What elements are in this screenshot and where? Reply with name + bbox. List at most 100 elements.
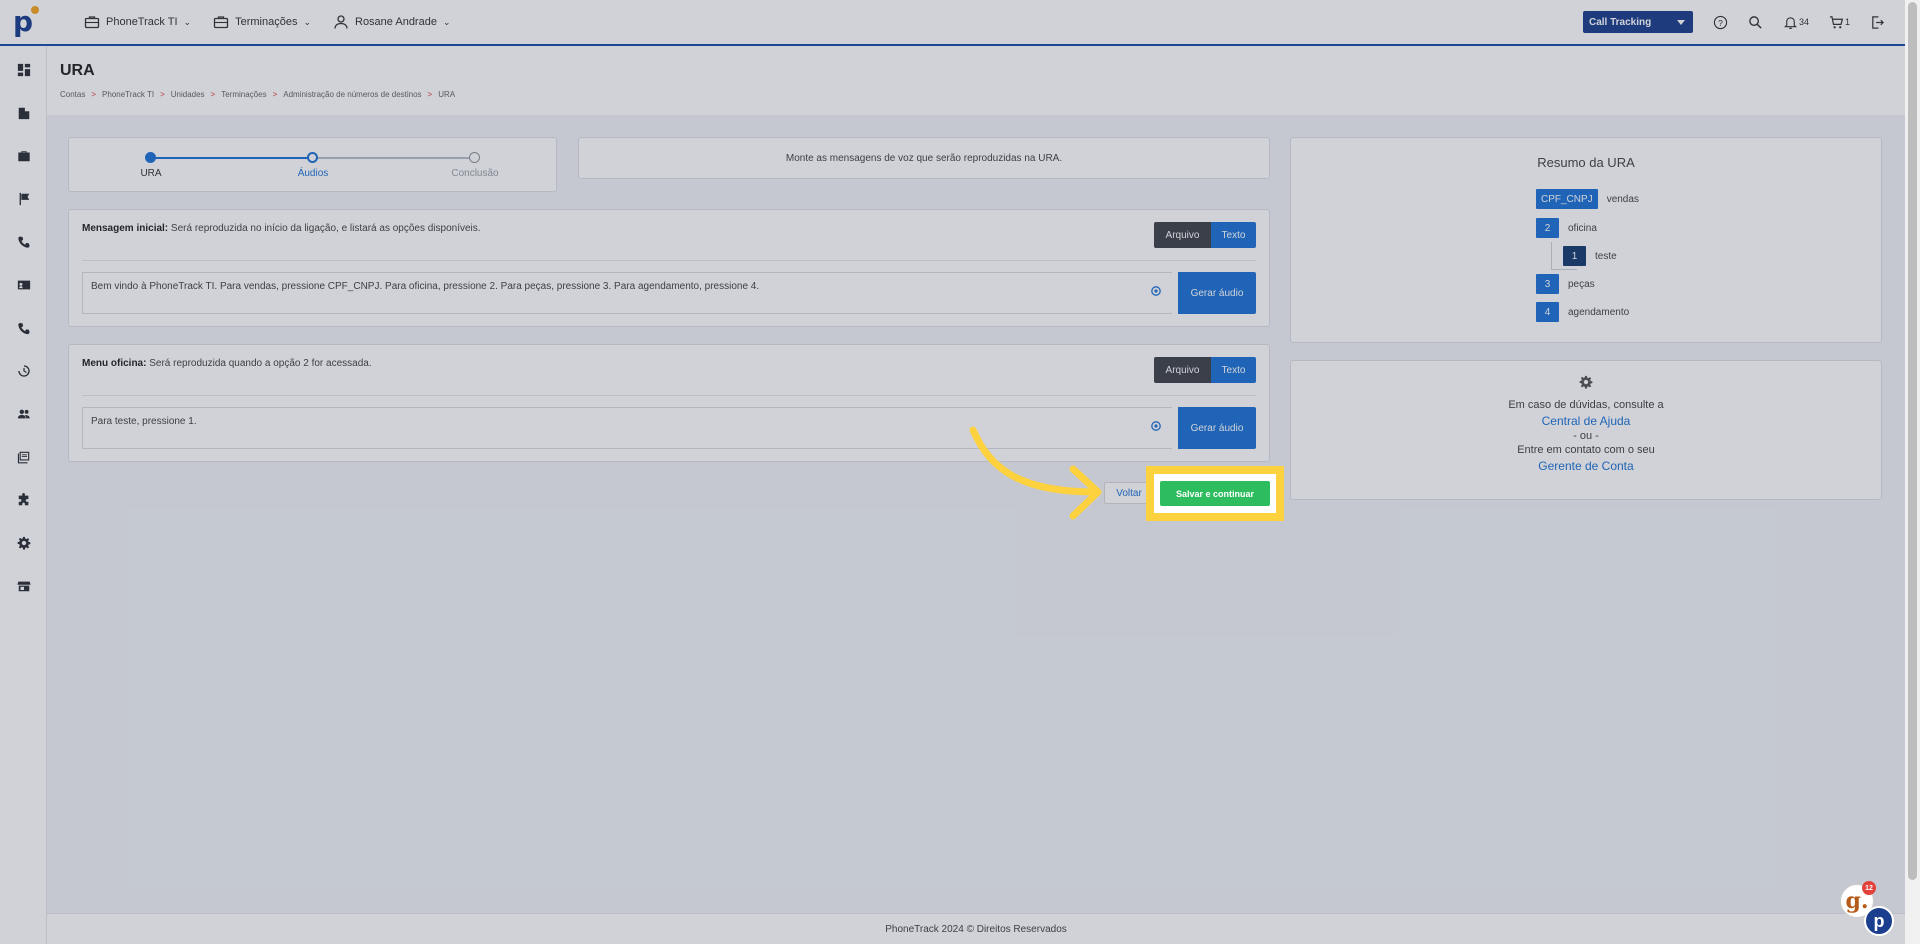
step-dot-current [307, 152, 318, 163]
help-button[interactable]: ? [1713, 15, 1728, 30]
step-label-ura[interactable]: URA [111, 168, 191, 179]
breadcrumb-item[interactable]: PhoneTrack TI [102, 90, 154, 99]
briefcase-icon[interactable] [15, 147, 32, 164]
user-icon [334, 15, 348, 29]
node-label: peças [1568, 278, 1595, 290]
summary-title: Resumo da URA [1537, 155, 1635, 170]
footer: PhoneTrack 2024 © Direitos Reservados [47, 913, 1905, 944]
info-box: Monte as mensagens de voz que serão repr… [578, 137, 1270, 179]
page-header: URA Contas > PhoneTrack TI > Unidades > Ter… [47, 46, 1905, 115]
step-label-audios[interactable]: Áudios [273, 168, 353, 179]
source-toggle: Arquivo Texto [1154, 222, 1256, 248]
divider [82, 260, 1256, 261]
summary-node: 3 peças [1536, 274, 1595, 294]
breadcrumb: Contas > PhoneTrack TI > Unidades > Termina… [60, 90, 456, 99]
gear-icon[interactable] [15, 534, 32, 551]
tree-connector [1551, 242, 1552, 270]
puzzle-icon[interactable] [15, 491, 32, 508]
breadcrumb-item[interactable]: Terminações [221, 90, 266, 99]
bell-icon [1783, 16, 1797, 29]
generate-audio-button[interactable]: Gerar áudio [1178, 407, 1256, 449]
step-label-conclusao: Conclusão [451, 168, 499, 179]
message-description: Será reproduzida quando a opção 2 for ac… [146, 358, 372, 369]
phone-icon[interactable] [15, 233, 32, 250]
page-title: URA [60, 62, 95, 79]
summary-node: 2 oficina [1536, 218, 1597, 238]
flag-icon[interactable] [15, 190, 32, 207]
breadcrumb-current: URA [438, 90, 456, 99]
support-widget-button[interactable]: p [1864, 906, 1894, 936]
logout-icon [1872, 15, 1884, 29]
contact-card-icon[interactable] [15, 276, 32, 293]
history-icon[interactable] [15, 362, 32, 379]
message-card-initial: Mensagem inicial: Será reproduzida no in… [68, 209, 1270, 327]
breadcrumb-item[interactable]: Unidades [171, 90, 205, 99]
breadcrumb-item[interactable]: Contas [60, 90, 85, 99]
terminations-menu-label: Terminações [235, 16, 298, 28]
support-widget-letter: p [1873, 910, 1885, 931]
node-key: CPF_CNPJ [1536, 189, 1598, 209]
toggle-arquivo[interactable]: Arquivo [1154, 357, 1211, 383]
voice-settings-icon[interactable] [1150, 285, 1162, 297]
node-key: 4 [1536, 302, 1559, 322]
toggle-arquivo[interactable]: Arquivo [1154, 222, 1211, 248]
question-icon: ? [1713, 15, 1728, 29]
notifications-count: 34 [1798, 17, 1809, 27]
phonetrack-logo[interactable]: p [0, 0, 46, 44]
divider [82, 395, 1256, 396]
user-menu[interactable]: Rosane Andrade ⌄ [333, 14, 451, 30]
stepper-line-done [151, 157, 313, 159]
help-or: - ou - [1573, 430, 1599, 442]
node-label: agendamento [1568, 306, 1630, 318]
message-text-value: Bem vindo à PhoneTrack TI. Para vendas, … [91, 281, 760, 292]
store-icon[interactable] [15, 577, 32, 594]
summary-node: 4 agendamento [1536, 302, 1629, 322]
step-dot-done [145, 152, 156, 163]
sidebar [0, 46, 47, 944]
users-icon[interactable] [15, 405, 32, 422]
source-toggle: Arquivo Texto [1154, 357, 1256, 383]
message-header: Mensagem inicial: Será reproduzida no in… [82, 223, 481, 234]
summary-node: 1 teste [1563, 246, 1617, 266]
toggle-texto[interactable]: Texto [1211, 357, 1256, 383]
summary-node: CPF_CNPJ vendas [1536, 189, 1639, 209]
search-icon [1749, 15, 1762, 29]
user-menu-label: Rosane Andrade [355, 16, 437, 28]
step-dot-pending [469, 152, 480, 163]
reports-icon[interactable] [15, 448, 32, 465]
toggle-texto[interactable]: Texto [1211, 222, 1256, 248]
node-label: vendas [1606, 193, 1639, 205]
gear-icon [1579, 375, 1593, 389]
notifications-button[interactable]: 34 [1783, 15, 1809, 30]
terminations-menu[interactable]: Terminações ⌄ [213, 14, 311, 30]
message-text-value: Para teste, pressione 1. [91, 416, 197, 427]
voice-settings-icon[interactable] [1150, 420, 1162, 432]
page-scrollbar[interactable] [1905, 0, 1920, 944]
cart-icon [1829, 15, 1844, 28]
chat-badge: 12 [1862, 881, 1876, 895]
dashboard-icon[interactable] [15, 61, 32, 78]
account-manager-link[interactable]: Gerente de Conta [1538, 459, 1633, 473]
chevron-down-icon: ⌄ [303, 16, 311, 27]
briefcase-icon [84, 16, 100, 29]
footer-text: PhoneTrack 2024 © Direitos Reservados [885, 923, 1067, 935]
phone-forward-icon[interactable] [15, 319, 32, 336]
node-key: 3 [1536, 274, 1559, 294]
chevron-down-icon: ⌄ [183, 16, 192, 27]
breadcrumb-item[interactable]: Administração de números de destinos [283, 90, 421, 99]
account-menu[interactable]: PhoneTrack TI ⌄ [84, 14, 191, 30]
ura-summary-card: Resumo da URA CPF_CNPJ vendas 2 oficina … [1290, 137, 1882, 343]
logout-button[interactable] [1870, 15, 1885, 30]
node-label: teste [1595, 250, 1617, 262]
generate-audio-button[interactable]: Gerar áudio [1178, 272, 1256, 314]
search-button[interactable] [1748, 15, 1763, 30]
building-icon[interactable] [15, 104, 32, 121]
cart-button[interactable]: 1 [1829, 15, 1850, 30]
save-and-continue-button[interactable]: Salvar e continuar [1160, 481, 1270, 506]
node-key: 1 [1563, 246, 1586, 266]
help-center-link[interactable]: Central de Ajuda [1542, 414, 1631, 428]
message-text-input[interactable]: Bem vindo à PhoneTrack TI. Para vendas, … [82, 272, 1172, 314]
node-label: oficina [1568, 222, 1597, 234]
scrollbar-thumb[interactable] [1908, 2, 1917, 880]
product-select[interactable]: Call Tracking [1582, 11, 1693, 33]
